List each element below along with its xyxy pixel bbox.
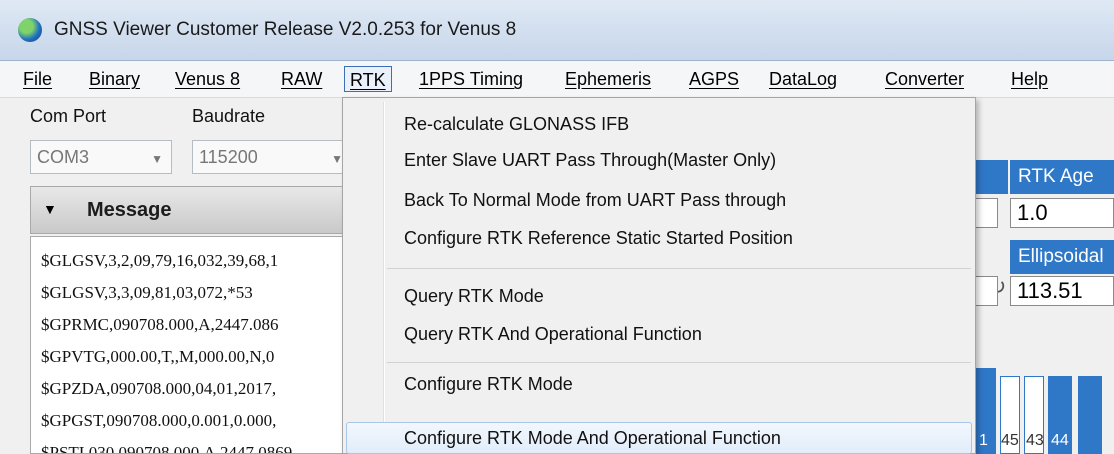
rtk-menu-item[interactable]: Query RTK Mode — [404, 280, 544, 312]
snr-label: 44 — [1051, 432, 1069, 449]
rtk-menu-item[interactable]: Configure RTK Reference Static Started P… — [404, 222, 793, 254]
menu-raw[interactable]: RAW — [276, 66, 327, 92]
menu-separator — [387, 362, 971, 363]
snr-bar — [1078, 376, 1102, 454]
rtk-age-header: RTK Age — [1010, 160, 1114, 194]
message-line: $GPZDA,090708.000,04,01,2017, — [41, 379, 277, 398]
rtk-menu-item[interactable]: Enter Slave UART Pass Through(Master Onl… — [404, 144, 776, 176]
message-line: $GPGST,090708.000,0.001,0.000, — [41, 411, 277, 430]
menu-converter[interactable]: Converter — [880, 66, 969, 92]
rtk-menu-item[interactable]: Re-calculate GLONASS IFB — [404, 108, 629, 140]
message-line: $GPRMC,090708.000,A,2447.086 — [41, 315, 279, 334]
com-port-label: Com Port — [30, 106, 107, 126]
chevron-down-icon: ▼ — [151, 152, 163, 166]
message-line: $GLGSV,3,2,09,79,16,032,39,68,1 — [41, 251, 279, 270]
menu-datalog[interactable]: DataLog — [764, 66, 842, 92]
collapse-triangle-icon[interactable]: ▼ — [43, 201, 57, 217]
com-port-select[interactable]: COM3 ▼ — [30, 140, 172, 174]
baudrate-value: 115200 — [199, 147, 258, 167]
rtk-menu-item[interactable]: Configure RTK Mode — [404, 368, 573, 400]
message-panel-title: Message — [87, 199, 172, 221]
menu-rtk[interactable]: RTK — [344, 66, 392, 92]
snr-label: 43 — [1026, 432, 1044, 449]
ellipsoidal-header: Ellipsoidal — [1010, 240, 1114, 274]
menu-binary[interactable]: Binary — [84, 66, 145, 92]
menu-separator — [387, 268, 971, 269]
rtk-menu-item[interactable]: Back To Normal Mode from UART Pass throu… — [404, 184, 786, 216]
title-bar: GNSS Viewer Customer Release V2.0.253 fo… — [0, 0, 1114, 61]
com-port-value: COM3 — [37, 147, 90, 167]
message-line: $PSTI,030,090708.000,A,2447.0869 — [41, 443, 293, 454]
snr-label: 1 — [979, 432, 988, 449]
window-title: GNSS Viewer Customer Release V2.0.253 fo… — [54, 19, 517, 40]
baudrate-select[interactable]: 115200 ▼ — [192, 140, 352, 174]
menu-file[interactable]: File — [18, 66, 57, 92]
rtk-menu-item[interactable]: Configure RTK Mode And Operational Funct… — [404, 422, 781, 454]
menu-bar: File Binary Venus 8 RAW RTK 1PPS Timing Epheme… — [0, 61, 1114, 98]
menu-agps[interactable]: AGPS — [684, 66, 744, 92]
message-panel-header[interactable]: ▼ Message — [30, 186, 350, 234]
rtk-age-value: 1.0 — [1010, 198, 1114, 228]
ellipsoidal-value: 113.51 — [1010, 276, 1114, 306]
baudrate-label: Baudrate — [192, 106, 266, 126]
snr-label: 45 — [1001, 432, 1019, 449]
menu-ephemeris[interactable]: Ephemeris — [560, 66, 656, 92]
app-globe-icon — [18, 18, 42, 42]
message-line: $GLGSV,3,3,09,81,03,072,*53 — [41, 283, 253, 302]
rtk-dropdown-menu: Re-calculate GLONASS IFB Enter Slave UART… — [342, 97, 976, 454]
menu-help[interactable]: Help — [1006, 66, 1053, 92]
rtk-menu-item[interactable]: Query RTK And Operational Function — [404, 318, 702, 350]
menu-1pps-timing[interactable]: 1PPS Timing — [414, 66, 528, 92]
message-list[interactable]: $GLGSV,3,2,09,79,16,032,39,68,1 $GLGSV,3,… — [30, 236, 350, 454]
message-line: $GPVTG,000.00,T,,M,000.00,N,0 — [41, 347, 275, 366]
menu-venus-8[interactable]: Venus 8 — [170, 66, 245, 92]
